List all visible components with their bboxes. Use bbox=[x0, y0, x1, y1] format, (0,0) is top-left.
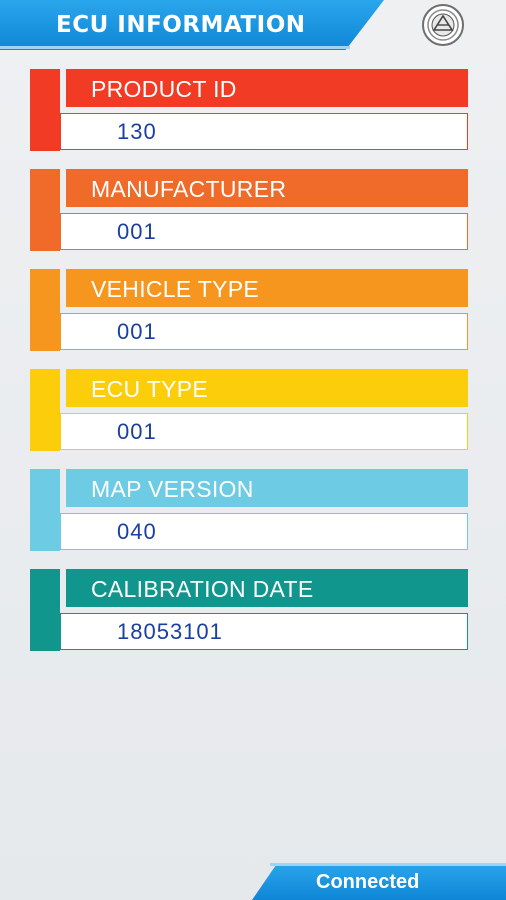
field-value: 001 bbox=[60, 313, 468, 350]
connection-status-text: Connected bbox=[316, 871, 420, 893]
field-value: 001 bbox=[60, 413, 468, 450]
field-label: ECU TYPE bbox=[66, 369, 468, 407]
field-color-bar bbox=[30, 569, 60, 651]
status-edge bbox=[270, 863, 506, 866]
field-card-manufacturer: MANUFACTURER 001 bbox=[30, 169, 468, 251]
field-value: 18053101 bbox=[60, 613, 468, 650]
field-card-ecu-type: ECU TYPE 001 bbox=[30, 369, 468, 451]
field-card-calibration-date: CALIBRATION DATE 18053101 bbox=[30, 569, 468, 651]
field-color-bar bbox=[30, 469, 60, 551]
seal-logo-icon[interactable] bbox=[421, 3, 465, 47]
field-card-map-version: MAP VERSION 040 bbox=[30, 469, 468, 551]
field-value: 001 bbox=[60, 213, 468, 250]
field-card-product-id: PRODUCT ID 130 bbox=[30, 69, 468, 151]
page-title: ECU INFORMATION bbox=[56, 12, 306, 38]
header-edge bbox=[0, 46, 350, 49]
field-color-bar bbox=[30, 169, 60, 251]
field-color-bar bbox=[30, 69, 60, 151]
field-card-vehicle-type: VEHICLE TYPE 001 bbox=[30, 269, 468, 351]
field-label: PRODUCT ID bbox=[66, 69, 468, 107]
field-label: MANUFACTURER bbox=[66, 169, 468, 207]
field-label: VEHICLE TYPE bbox=[66, 269, 468, 307]
field-color-bar bbox=[30, 269, 60, 351]
field-label: MAP VERSION bbox=[66, 469, 468, 507]
field-value: 130 bbox=[60, 113, 468, 150]
field-color-bar bbox=[30, 369, 60, 451]
field-value: 040 bbox=[60, 513, 468, 550]
field-label: CALIBRATION DATE bbox=[66, 569, 468, 607]
